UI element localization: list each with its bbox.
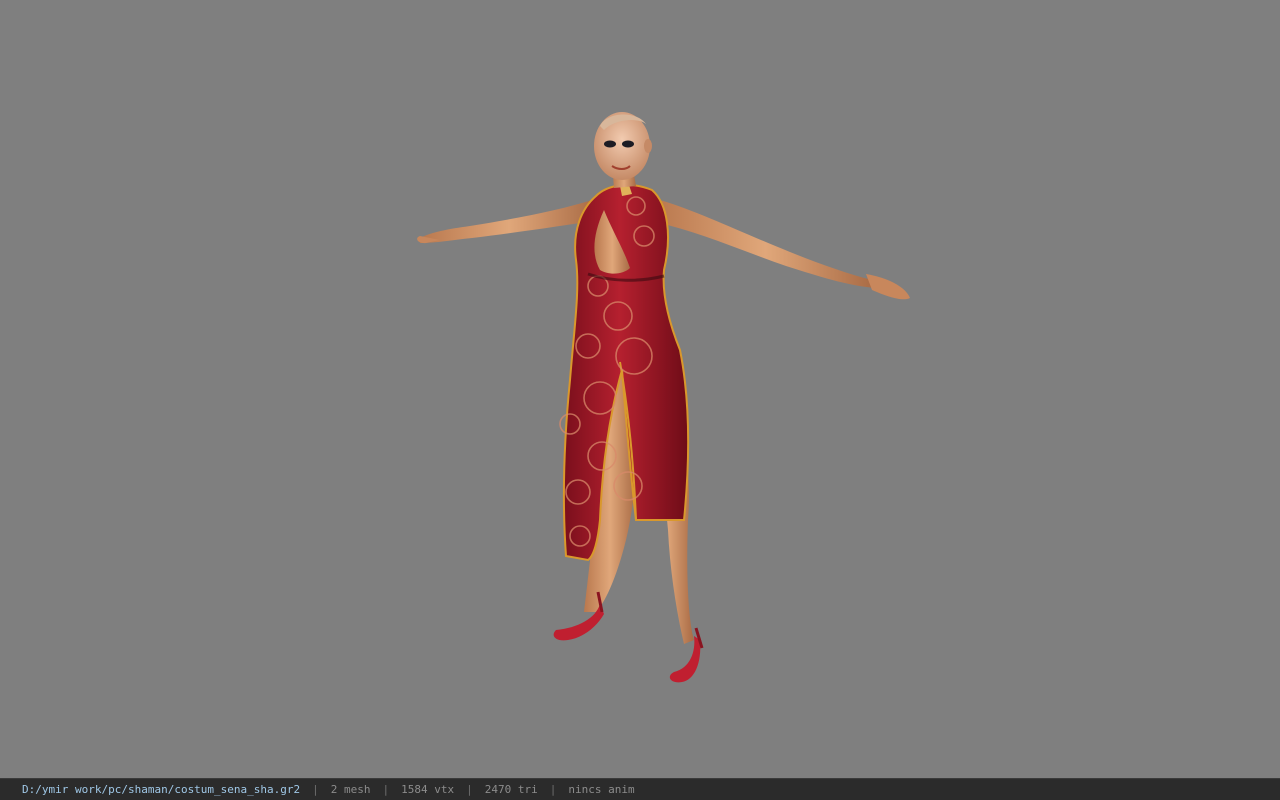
status-separator: | — [549, 783, 557, 796]
vertex-count-label: 1584 vtx — [401, 783, 455, 796]
file-path-label: D:/ymir work/pc/shaman/costum_sena_sha.g… — [22, 783, 301, 796]
status-bar: D:/ymir work/pc/shaman/costum_sena_sha.g… — [0, 778, 1280, 800]
status-separator: | — [312, 783, 319, 796]
animation-status-label: nincs anim — [568, 783, 635, 796]
status-separator: | — [466, 783, 473, 796]
mesh-count-label: 2 mesh — [330, 783, 371, 796]
left-arm — [417, 200, 598, 244]
character-model[interactable] — [0, 0, 1280, 778]
triangle-count-label: 2470 tri — [484, 783, 538, 796]
status-separator: | — [382, 783, 390, 796]
3d-viewport[interactable] — [0, 0, 1280, 778]
head — [594, 112, 652, 188]
right-arm — [655, 200, 910, 300]
